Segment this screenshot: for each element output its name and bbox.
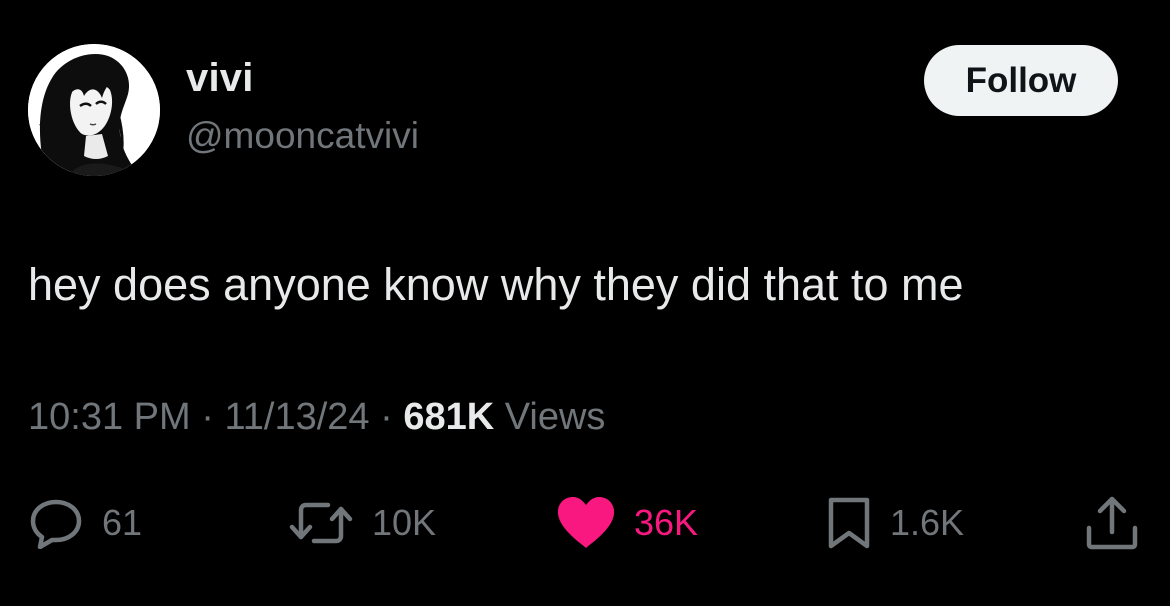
views-count: 681K: [403, 396, 495, 438]
tweet-date[interactable]: 11/13/24: [224, 396, 369, 438]
avatar-illustration: [28, 44, 160, 176]
like-count: 36K: [634, 502, 699, 543]
tweet-actions: 61 10K 36K 1.6K: [0, 490, 1170, 560]
tweet-card: vivi @mooncatvivi Follow hey does anyone…: [0, 0, 1170, 606]
tweet-time[interactable]: 10:31 PM: [28, 396, 191, 438]
retweet-button[interactable]: 10K: [288, 490, 436, 556]
share-button[interactable]: [1084, 490, 1140, 556]
views-label: Views: [504, 396, 606, 438]
author-display-name[interactable]: vivi: [186, 58, 254, 98]
meta-separator: ·: [380, 396, 393, 438]
bookmark-count: 1.6K: [890, 502, 965, 543]
meta-separator: ·: [201, 396, 214, 438]
bookmark-icon: [826, 495, 872, 551]
follow-button[interactable]: Follow: [924, 45, 1118, 116]
bookmark-button[interactable]: 1.6K: [826, 490, 964, 556]
author-handle[interactable]: @mooncatvivi: [186, 117, 419, 154]
reply-count: 61: [102, 502, 143, 543]
retweet-icon: [288, 497, 354, 549]
heart-icon: [556, 496, 616, 550]
reply-button[interactable]: 61: [28, 490, 142, 556]
reply-icon: [28, 497, 84, 549]
like-button[interactable]: 36K: [556, 490, 698, 556]
author-avatar[interactable]: [28, 44, 160, 176]
tweet-meta: 10:31 PM · 11/13/24 · 681K Views: [28, 398, 605, 436]
retweet-count: 10K: [372, 502, 437, 543]
share-icon: [1084, 494, 1140, 552]
tweet-text: hey does anyone know why they did that t…: [28, 259, 964, 310]
